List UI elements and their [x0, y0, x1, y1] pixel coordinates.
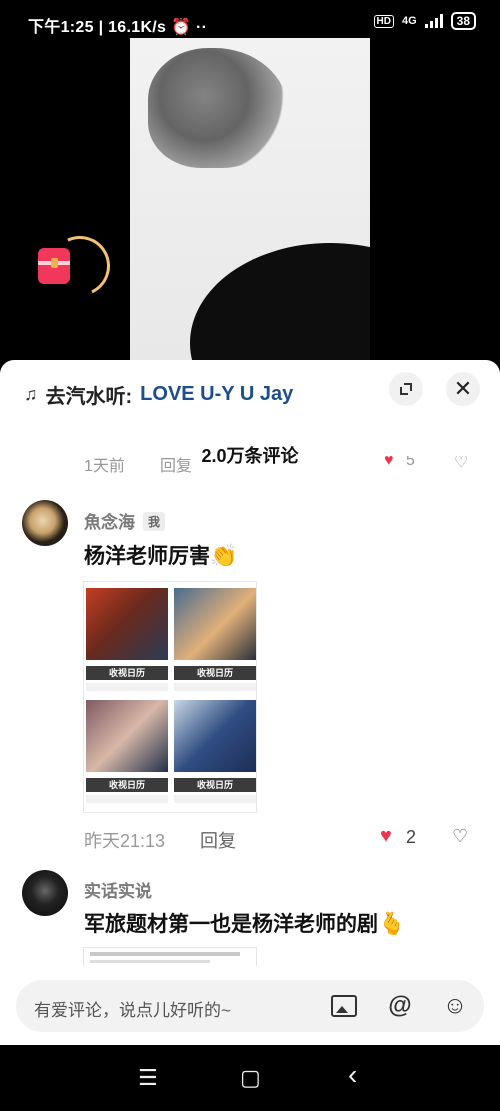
- network-type: 4G: [401, 15, 417, 27]
- poster-image: 收视日历: [86, 588, 168, 696]
- hair-silhouette: [190, 243, 370, 368]
- finger-heart-emoji: 🫰: [378, 911, 406, 936]
- flower-shape: [148, 48, 288, 168]
- close-button[interactable]: ✕: [446, 372, 480, 406]
- emoji-icon[interactable]: ☺: [439, 990, 471, 1022]
- image-icon[interactable]: [328, 990, 360, 1022]
- heart-icon[interactable]: ♥: [384, 456, 394, 470]
- comment-input[interactable]: 有爱评论，说点儿好听的~ @ ☺: [16, 980, 484, 1032]
- heart-icon[interactable]: ♥: [380, 825, 392, 848]
- at-icon[interactable]: @: [384, 990, 416, 1022]
- like-count: 2: [406, 827, 417, 847]
- avatar[interactable]: [22, 870, 68, 916]
- input-placeholder: 有爱评论，说点儿好听的~: [34, 1001, 231, 1020]
- hd-badge: HD: [373, 14, 394, 28]
- clapping-emoji: 👏: [210, 543, 238, 568]
- comment-image[interactable]: 收视日历 收视日历 收视日历 收视日历: [84, 582, 256, 812]
- comment-text: 杨洋老师厉害👏: [84, 543, 238, 568]
- video-player[interactable]: [0, 38, 500, 368]
- poster-image: 收视日历: [174, 700, 256, 808]
- reply-button[interactable]: 回复: [200, 827, 236, 853]
- expand-button[interactable]: [389, 372, 423, 406]
- alarm-icon: ⏰: [171, 19, 192, 36]
- comment-text: 军旅题材第一也是杨洋老师的剧🫰: [84, 911, 406, 936]
- music-note-icon: ♫: [24, 384, 38, 404]
- music-prefix: 去汽水听:: [45, 386, 133, 408]
- poster-image: 收视日历: [174, 588, 256, 696]
- menu-icon[interactable]: ☰: [138, 1065, 158, 1091]
- avatar[interactable]: [22, 500, 68, 546]
- comment-username[interactable]: 实话实说: [84, 877, 152, 902]
- comment-username[interactable]: 魚念海我: [84, 508, 166, 533]
- close-icon: ✕: [453, 376, 473, 401]
- status-time: 下午1:25: [28, 19, 94, 36]
- more-dots-icon: ··: [195, 19, 208, 36]
- song-title: LOVE U-Y U Jay: [140, 383, 294, 405]
- poster-image: 收视日历: [86, 700, 168, 808]
- comment-sheet: ♫ 去汽水听: LOVE U-Y U Jay ✕ 2.0万条评论 1天前 回复 …: [0, 360, 500, 1045]
- network-speed: 16.1K/s: [108, 19, 167, 36]
- comment-input-bar: 有爱评论，说点儿好听的~ @ ☺: [0, 966, 500, 1045]
- me-badge: 我: [143, 512, 166, 531]
- status-right: HD 4G 38: [373, 12, 476, 30]
- status-left: 下午1:25 | 16.1K/s ⏰ ··: [28, 19, 208, 36]
- home-icon[interactable]: ▢: [240, 1065, 261, 1091]
- back-icon[interactable]: ‹: [348, 1059, 357, 1091]
- comment-time: 昨天21:13: [84, 831, 166, 851]
- music-link[interactable]: ♫ 去汽水听: LOVE U-Y U Jay: [24, 380, 293, 409]
- broken-heart-icon[interactable]: ♡: [452, 826, 468, 847]
- expand-icon: [400, 383, 412, 395]
- battery-indicator: 38: [450, 12, 476, 30]
- partial-comment-row: 1天前 回复 ♥ 5 ♡: [84, 456, 474, 474]
- system-nav-bar: ☰ ▢ ‹: [0, 1045, 500, 1111]
- broken-heart-icon[interactable]: ♡: [454, 456, 468, 472]
- video-frame: [130, 38, 370, 368]
- red-packet-icon[interactable]: [30, 227, 119, 305]
- signal-icon: [424, 14, 443, 28]
